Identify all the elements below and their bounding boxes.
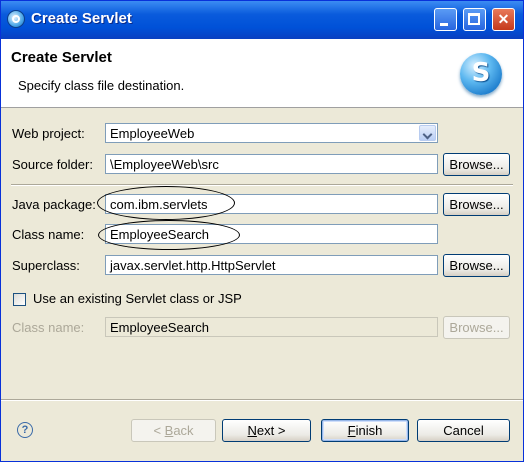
maximize-button[interactable]: [463, 8, 486, 31]
superclass-label: Superclass:: [12, 258, 80, 273]
class-name-label: Class name:: [12, 227, 85, 242]
java-package-input[interactable]: com.ibm.servlets: [105, 194, 438, 214]
wizard-description: Specify class file destination.: [18, 78, 185, 93]
existing-class-name-input: EmployeeSearch: [105, 317, 438, 337]
wizard-title: Create Servlet: [11, 49, 112, 66]
minimize-icon: [440, 23, 448, 26]
separator: [11, 184, 513, 186]
superclass-browse-button[interactable]: Browse...: [443, 254, 510, 277]
use-existing-label[interactable]: Use an existing Servlet class or JSP: [33, 291, 242, 306]
source-folder-label: Source folder:: [12, 157, 93, 172]
close-button[interactable]: ✕: [492, 8, 515, 31]
maximize-icon: [468, 13, 480, 25]
web-project-label: Web project:: [12, 126, 85, 141]
next-button[interactable]: Next >: [222, 419, 311, 442]
title-bar[interactable]: Create Servlet ✕: [1, 1, 523, 39]
create-servlet-dialog: Create Servlet ✕ Create Servlet Specify …: [0, 0, 524, 462]
close-icon: ✕: [497, 11, 510, 27]
existing-class-name-label: Class name:: [12, 320, 85, 335]
servlet-wizard-icon: S: [460, 53, 502, 95]
source-folder-input[interactable]: \EmployeeWeb\src: [105, 154, 438, 174]
java-package-browse-button[interactable]: Browse...: [443, 193, 510, 216]
use-existing-checkbox[interactable]: [13, 293, 26, 306]
web-project-combo[interactable]: EmployeeWeb: [105, 123, 438, 143]
help-icon[interactable]: ?: [17, 422, 33, 438]
superclass-input[interactable]: javax.servlet.http.HttpServlet: [105, 255, 438, 275]
back-button: < Back: [131, 419, 216, 442]
wizard-header: Create Servlet Specify class file destin…: [1, 39, 523, 108]
source-folder-browse-button[interactable]: Browse...: [443, 153, 510, 176]
existing-class-browse-button: Browse...: [443, 316, 510, 339]
finish-button[interactable]: Finish: [321, 419, 409, 442]
java-package-label: Java package:: [12, 197, 96, 212]
web-project-value: EmployeeWeb: [110, 126, 195, 141]
minimize-button[interactable]: [434, 8, 457, 31]
footer-separator: [1, 399, 523, 401]
class-name-input[interactable]: EmployeeSearch: [105, 224, 438, 244]
cancel-button[interactable]: Cancel: [417, 419, 510, 442]
window-title: Create Servlet: [31, 10, 132, 27]
eclipse-app-icon: [7, 10, 25, 28]
chevron-down-icon[interactable]: [419, 125, 436, 141]
